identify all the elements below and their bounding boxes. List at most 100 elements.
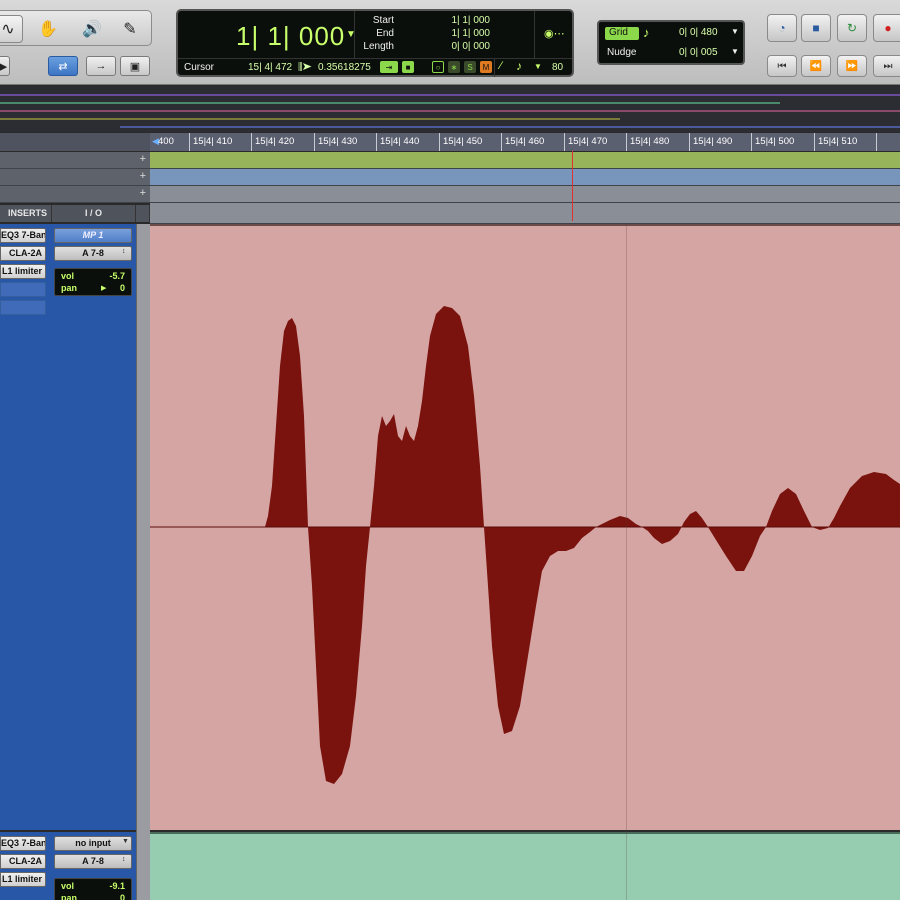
output-selector[interactable]: A 7-8 bbox=[54, 246, 132, 261]
nudge-value[interactable]: 0| 0| 005 bbox=[679, 47, 718, 58]
meter-lane[interactable] bbox=[150, 186, 900, 203]
grid-mode-button[interactable]: Grid bbox=[605, 27, 639, 40]
pan-value[interactable]: 0 bbox=[120, 893, 125, 900]
note-icon[interactable]: ♪ bbox=[516, 59, 522, 73]
mute-m-icon[interactable]: M bbox=[480, 61, 492, 73]
insert-a[interactable]: EQ3 7-Band bbox=[0, 836, 46, 851]
track-2-playlist[interactable] bbox=[150, 832, 900, 900]
inserts-column-header: INSERTS A-E bbox=[0, 205, 52, 235]
add-tempo-plus-icon[interactable]: + bbox=[140, 170, 146, 182]
main-counter[interactable]: 1| 1| 000 ▼ Start 1| 1| 000 End 1| 1| 00… bbox=[176, 9, 574, 77]
vol-value[interactable]: -5.7 bbox=[109, 271, 125, 281]
stop-icon: ■ bbox=[812, 21, 820, 35]
grabber-tool-button[interactable]: ✋ bbox=[33, 15, 63, 43]
overview-track bbox=[0, 118, 620, 120]
pan-arrow-icon: ▶ bbox=[101, 285, 107, 292]
tempo-dropdown-icon[interactable]: ▼ bbox=[534, 62, 542, 71]
countoff-icon[interactable]: ○ bbox=[432, 61, 444, 73]
input-dropdown-icon[interactable]: ▼ bbox=[122, 838, 129, 845]
pencil-icon: ✎ bbox=[123, 21, 137, 38]
vol-pan-display: vol -9.1 pan 0 bbox=[54, 878, 132, 900]
nudge-dropdown-icon[interactable]: ▼ bbox=[731, 47, 739, 56]
return-to-zero-button[interactable]: ⏮ bbox=[767, 55, 797, 77]
waveform-zoom-icon: ∿ bbox=[1, 21, 15, 38]
pan-value[interactable]: 0 bbox=[120, 283, 125, 293]
insertion-follows-button[interactable]: → bbox=[86, 56, 116, 76]
length-label: Length bbox=[363, 41, 394, 52]
end-value[interactable]: 1| 1| 000 bbox=[430, 28, 490, 39]
online-button[interactable]: ◔ bbox=[767, 14, 797, 42]
go-to-end-button[interactable]: ⏭ bbox=[873, 55, 900, 77]
toolbar: ∿ ✋ 🔊 ✎ ▶ ⇄ → ▣ 1| 1| 000 ▼ Start 1| 1| … bbox=[0, 0, 900, 85]
nudge-label: Nudge bbox=[607, 47, 637, 58]
divider bbox=[494, 58, 495, 77]
insert-a[interactable]: EQ3 7-Band bbox=[0, 228, 46, 243]
add-marker-plus-icon[interactable]: + bbox=[140, 153, 146, 165]
metronome-icon[interactable]: ∗ bbox=[448, 61, 460, 73]
track-gutter bbox=[136, 224, 150, 900]
scrub-tool-button[interactable]: 🔊 bbox=[77, 15, 107, 43]
meter-ruler-header: + bbox=[0, 186, 150, 203]
output-dropdown-icon[interactable]: ↕ bbox=[122, 856, 126, 863]
input-selector[interactable]: MP 1 bbox=[54, 228, 132, 243]
tab-to-transient-button[interactable]: ▣ bbox=[120, 56, 150, 76]
insert-c[interactable]: L1 limiter bbox=[0, 872, 46, 887]
pencil-tool-button[interactable]: ✎ bbox=[115, 15, 145, 43]
output-selector[interactable]: A 7-8 bbox=[54, 854, 132, 869]
grid-value[interactable]: 0| 0| 480 bbox=[679, 27, 718, 38]
tempo-lane[interactable] bbox=[150, 169, 900, 186]
pro-tools-edit-window: { "counter": { "main_time": "1| 1| 000",… bbox=[0, 0, 900, 900]
wait-for-note-icon[interactable]: ■ bbox=[402, 61, 414, 73]
playhead[interactable] bbox=[572, 151, 573, 221]
note-value-icon[interactable]: ♪ bbox=[643, 25, 650, 40]
track-2-header: EQ3 7-Band CLA-2A L1 limiter no input ▼ … bbox=[0, 832, 150, 900]
ruler-tick: 400 bbox=[158, 136, 174, 147]
record-button[interactable]: ● bbox=[873, 14, 900, 42]
hand-icon: ✋ bbox=[38, 21, 58, 38]
waveform-icon: ⫼➤ bbox=[298, 62, 312, 73]
insert-d-empty[interactable] bbox=[0, 282, 46, 297]
insert-c[interactable]: L1 limiter bbox=[0, 264, 46, 279]
link-timeline-button[interactable]: ⇄ bbox=[48, 56, 78, 76]
solo-s-icon[interactable]: S bbox=[464, 61, 476, 73]
overview-track bbox=[0, 94, 900, 96]
insert-e-empty[interactable] bbox=[0, 300, 46, 315]
input-selector[interactable]: no input bbox=[54, 836, 132, 851]
insert-b[interactable]: CLA-2A bbox=[0, 854, 46, 869]
conductor-pencil-icon[interactable]: ∕ bbox=[500, 60, 502, 72]
start-value[interactable]: 1| 1| 000 bbox=[430, 15, 490, 26]
audio-waveform[interactable] bbox=[150, 226, 900, 830]
grid-nudge-panel: Grid ♪ 0| 0| 480 ▼ Nudge 0| 0| 005 ▼ bbox=[597, 20, 745, 65]
play-arrow-icon: ▶ bbox=[0, 60, 8, 73]
insert-b[interactable]: CLA-2A bbox=[0, 246, 46, 261]
vol-value[interactable]: -9.1 bbox=[109, 881, 125, 891]
midi-merge-icon[interactable]: ⇥ bbox=[380, 61, 398, 73]
track-1-header: EQ3 7-Band CLA-2A L1 limiter MP 1 A 7-8 … bbox=[0, 224, 150, 830]
loop-play-button[interactable]: ↻ bbox=[837, 14, 867, 42]
markers-lane[interactable] bbox=[150, 152, 900, 169]
edit-tools: ∿ ✋ 🔊 ✎ bbox=[0, 10, 152, 46]
output-dropdown-icon[interactable]: ↕ bbox=[122, 248, 126, 255]
record-icon: ● bbox=[884, 21, 892, 35]
cursor-label: Cursor bbox=[184, 62, 215, 73]
ruler-tick: 15|4| 450 bbox=[439, 133, 482, 151]
link-icon: ⇄ bbox=[58, 60, 68, 73]
ruler-tick: 15|4| 480 bbox=[626, 133, 669, 151]
track-1-playlist[interactable] bbox=[150, 224, 900, 830]
rewind-button[interactable]: ⏪ bbox=[801, 55, 831, 77]
stop-button[interactable]: ■ bbox=[801, 14, 831, 42]
play-mode-button[interactable]: ▶ bbox=[0, 56, 10, 76]
sync-icon[interactable]: ◉⋯ bbox=[544, 27, 565, 40]
zoomer-tool-button[interactable]: ∿ bbox=[0, 15, 23, 43]
ruler-tick: 15|4| 420 bbox=[251, 133, 294, 151]
universe-overview[interactable] bbox=[0, 86, 900, 132]
add-meter-plus-icon[interactable]: + bbox=[140, 187, 146, 199]
ruler-tick: 15|4| 490 bbox=[689, 133, 732, 151]
tempo-value[interactable]: 80 bbox=[552, 62, 563, 73]
fast-forward-button[interactable]: ⏩ bbox=[837, 55, 867, 77]
tab-transient-icon: ▣ bbox=[129, 60, 141, 73]
grid-dropdown-icon[interactable]: ▼ bbox=[731, 27, 739, 36]
timeline-ruler[interactable]: ◀ 400 15|4| 410 15|4| 420 15|4| 430 15|4… bbox=[0, 133, 900, 151]
length-value[interactable]: 0| 0| 000 bbox=[430, 41, 490, 52]
tempo-ruler-header: + bbox=[0, 169, 150, 186]
